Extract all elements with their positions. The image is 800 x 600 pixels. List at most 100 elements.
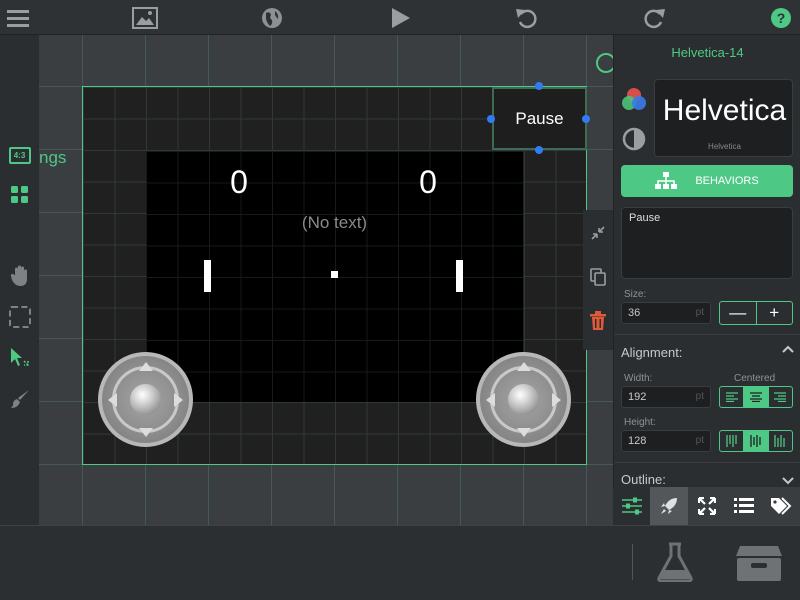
paddle-right[interactable]	[456, 260, 463, 292]
tab-list[interactable]	[725, 487, 762, 525]
scene-label: ngs	[39, 148, 67, 167]
help-icon[interactable]: ?	[767, 4, 795, 32]
paddle-left[interactable]	[204, 260, 211, 292]
chevron-down-icon[interactable]	[782, 473, 794, 487]
arrow-down-icon	[517, 428, 531, 437]
size-stepper[interactable]: — +	[719, 301, 793, 325]
font-preview-large: Helvetica	[662, 94, 787, 127]
behaviors-label: BEHAVIORS	[695, 175, 759, 187]
align-left-icon[interactable]	[720, 387, 745, 407]
score-right[interactable]: 0	[398, 164, 458, 201]
hand-icon[interactable]	[6, 262, 33, 289]
image-icon[interactable]	[131, 4, 159, 32]
archive-box-icon[interactable]	[734, 544, 784, 587]
color-picker-icon[interactable]	[621, 86, 647, 117]
joystick-right[interactable]	[476, 352, 571, 447]
rocket-icon	[661, 498, 678, 514]
height-unit: pt	[695, 435, 704, 446]
size-unit: pt	[695, 307, 704, 318]
menu-icon[interactable]	[4, 4, 32, 32]
selection-handle-right[interactable]	[582, 115, 590, 123]
score-left[interactable]: 0	[209, 164, 269, 201]
valign-top-icon[interactable]	[720, 431, 745, 451]
selection-handle-bottom[interactable]	[535, 146, 543, 154]
rotate-handle-icon[interactable]	[596, 53, 613, 73]
valign-middle-icon[interactable]	[744, 431, 769, 451]
vertical-align-segment[interactable]	[719, 430, 793, 452]
tab-physics[interactable]	[650, 487, 688, 525]
playfield[interactable]: 0 0 (No text)	[146, 151, 523, 402]
divider	[614, 462, 800, 463]
expand-icon	[697, 497, 716, 515]
empty-text-label[interactable]: (No text)	[146, 213, 523, 233]
horizontal-align-segment[interactable]	[719, 386, 793, 408]
height-field[interactable]: 128 pt	[621, 430, 711, 452]
size-value: 36	[628, 307, 641, 319]
trash-icon[interactable]	[583, 308, 613, 334]
list-icon	[733, 498, 754, 513]
globe-icon[interactable]	[258, 4, 286, 32]
selection-handle-top[interactable]	[535, 82, 543, 90]
joystick-left[interactable]	[98, 352, 193, 447]
pause-button[interactable]: Pause	[492, 87, 587, 150]
font-preview[interactable]: Helvetica Helvetica	[654, 79, 793, 157]
outline-section-title: Outline:	[621, 472, 666, 487]
scene-canvas[interactable]: ngs 0 0 (No text) Pause	[39, 35, 613, 525]
valign-bottom-icon[interactable]	[769, 431, 792, 451]
top-toolbar: ?	[0, 0, 800, 35]
object-tools	[583, 210, 613, 350]
joystick-knob[interactable]	[508, 384, 539, 415]
increase-button[interactable]: +	[757, 302, 793, 324]
align-right-icon[interactable]	[769, 387, 792, 407]
divider	[632, 544, 633, 580]
width-field[interactable]: 192 pt	[621, 386, 711, 408]
grid-tiles-icon[interactable]	[6, 181, 33, 208]
flask-icon[interactable]	[656, 542, 694, 587]
aspect-ratio-badge: 4:3	[8, 147, 31, 164]
scene-bounds: 0 0 (No text) Pause	[82, 82, 590, 465]
brush-icon[interactable]	[6, 385, 33, 412]
selection-handle-left[interactable]	[487, 115, 495, 123]
aspect-ratio-button[interactable]: 4:3	[6, 142, 33, 169]
width-unit: pt	[695, 391, 704, 402]
joystick-knob[interactable]	[130, 384, 161, 415]
app-root: ? 4:3 ngs 0 0 (No text) Pause Helvetica-…	[0, 0, 800, 600]
tags-icon	[771, 497, 792, 515]
arrow-down-icon	[139, 428, 153, 437]
centered-label: Centered	[734, 373, 776, 384]
arrow-up-icon	[517, 362, 531, 371]
shrink-icon[interactable]	[583, 220, 613, 246]
bottom-bar	[0, 525, 800, 600]
tab-tags[interactable]	[763, 487, 800, 525]
font-preview-caption: Helvetica	[708, 142, 741, 151]
tab-properties[interactable]	[613, 487, 651, 525]
svg-text:?: ?	[777, 10, 786, 26]
tab-transform[interactable]	[688, 487, 725, 525]
arrow-up-icon	[139, 362, 153, 371]
behaviors-button[interactable]: BEHAVIORS	[621, 165, 793, 197]
align-center-icon[interactable]	[744, 387, 769, 407]
width-label: Width:	[624, 373, 653, 384]
sliders-icon	[621, 497, 642, 515]
width-value: 192	[628, 391, 647, 403]
contrast-icon[interactable]	[622, 127, 646, 156]
arrow-right-icon	[174, 393, 183, 407]
ball[interactable]	[331, 271, 338, 278]
hierarchy-icon	[655, 172, 678, 189]
arrow-left-icon	[108, 393, 117, 407]
marquee-select-icon[interactable]	[6, 303, 33, 330]
divider	[614, 334, 800, 335]
inspector-title: Helvetica-14	[671, 45, 744, 60]
undo-icon[interactable]	[513, 4, 541, 32]
pause-label: Pause	[515, 108, 564, 128]
duplicate-icon[interactable]	[583, 264, 613, 290]
redo-icon[interactable]	[640, 4, 668, 32]
arrow-left-icon	[486, 393, 495, 407]
play-icon[interactable]	[386, 4, 414, 32]
decrease-button[interactable]: —	[720, 302, 757, 324]
size-field[interactable]: 36 pt	[621, 302, 711, 324]
chevron-up-icon[interactable]	[782, 343, 794, 361]
pointer-select-icon[interactable]	[6, 344, 33, 371]
text-content-input[interactable]: Pause	[621, 207, 793, 279]
inspector-panel: Helvetica-14 Helvetica Helvetica BEHAVIO…	[613, 35, 800, 487]
